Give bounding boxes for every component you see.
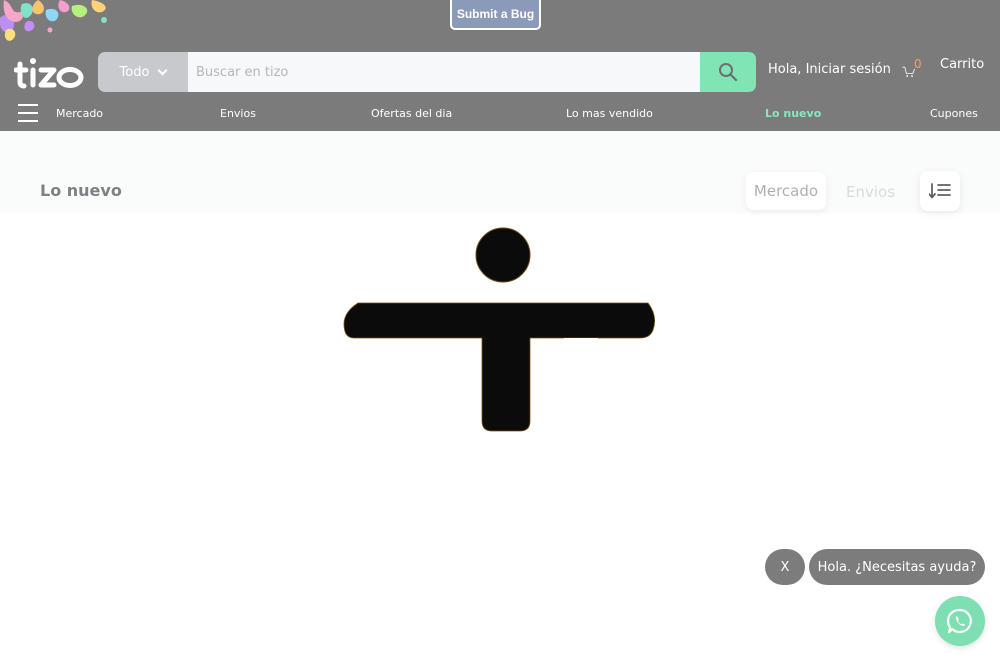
chat-prompt[interactable]: Hola. ¿Necesitas ayuda? <box>809 549 985 585</box>
nav-item-ofertas[interactable]: Ofertas del dia <box>371 107 452 120</box>
search-category-label: Todo <box>119 64 150 80</box>
main-nav: Mercado Envios Ofertas del dia Lo mas ve… <box>0 100 1000 128</box>
whatsapp-icon <box>946 608 972 634</box>
submit-bug-button[interactable]: Submit a Bug <box>450 0 541 30</box>
chevron-down-icon <box>158 65 168 75</box>
top-header: Submit a Bug Todo Buscar en tizo Hola, I… <box>0 0 1000 131</box>
sort-button[interactable] <box>920 171 960 211</box>
search-button[interactable] <box>700 52 756 92</box>
chat-close-button[interactable]: X <box>765 549 805 585</box>
search-icon <box>719 63 738 82</box>
search-category-select[interactable]: Todo <box>98 52 188 92</box>
search-bar: Todo <box>98 52 756 92</box>
tizo-logo[interactable] <box>14 52 90 92</box>
search-input[interactable] <box>188 52 700 92</box>
nav-item-lo-nuevo[interactable]: Lo nuevo <box>765 107 821 120</box>
page: Submit a Bug Todo Buscar en tizo Hola, I… <box>0 0 1000 660</box>
sort-icon <box>929 183 951 199</box>
nav-item-mas-vendido[interactable]: Lo mas vendido <box>566 107 653 120</box>
hamburger-icon[interactable] <box>18 104 38 122</box>
page-title: Lo nuevo <box>40 181 122 200</box>
nav-item-cupones[interactable]: Cupones <box>930 107 978 120</box>
filter-mercado[interactable]: Mercado <box>746 172 826 210</box>
whatsapp-button[interactable] <box>935 596 985 646</box>
login-link[interactable]: Hola, Iniciar sesión <box>768 62 891 77</box>
cart-count: 0 <box>914 57 922 71</box>
nav-item-mercado[interactable]: Mercado <box>56 107 103 120</box>
cart-label[interactable]: Carrito <box>940 57 984 72</box>
confetti-decoration <box>0 0 107 41</box>
loading-logo-graphic <box>343 227 656 432</box>
nav-item-envios[interactable]: Envios <box>220 107 256 120</box>
filter-envios[interactable]: Envios <box>846 183 895 201</box>
